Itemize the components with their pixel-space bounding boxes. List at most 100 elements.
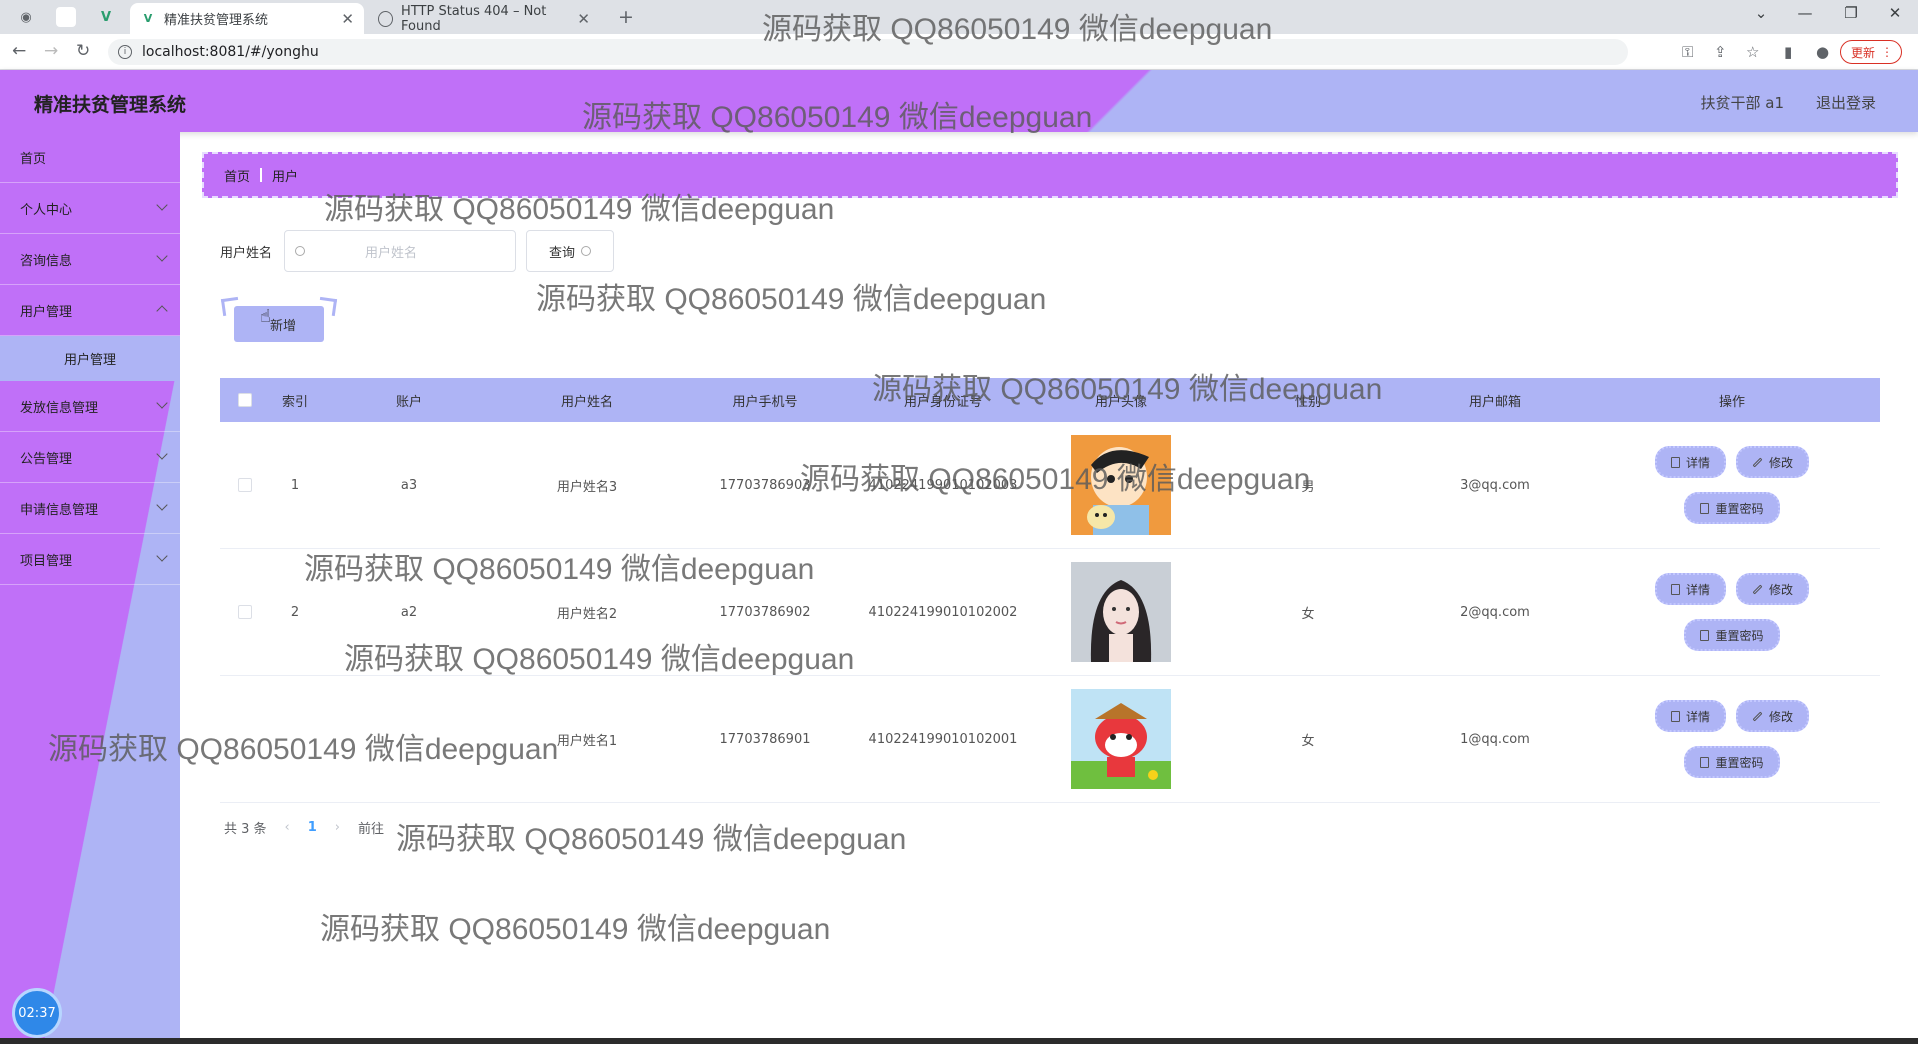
user-table: 索引 账户 用户姓名 用户手机号 用户身份证号 用户头像 性别 用户邮箱 操作 … [220, 378, 1880, 803]
chevron-down-icon [156, 550, 168, 562]
cell-index: 1 [290, 477, 300, 493]
column-header: 操作 [1718, 394, 1745, 410]
edit-icon [1752, 711, 1763, 721]
cell-account: a2 [400, 604, 418, 620]
blank-tab-icon[interactable] [56, 7, 76, 27]
sidebar-item-label: 发放信息管理 [20, 400, 99, 416]
current-user: 扶贫干部 a1 [1700, 94, 1784, 112]
edit-icon [1752, 457, 1763, 467]
query-button[interactable]: 查询 [526, 230, 615, 272]
chevron-right-icon[interactable]: › [335, 820, 340, 835]
page-number[interactable]: 1 [308, 820, 317, 835]
tab-title: 精准扶贫管理系统 [164, 13, 269, 28]
search-icon [581, 246, 592, 256]
app-header: 精准扶贫管理系统 扶贫干部 a1 退出登录 [0, 70, 1918, 132]
cell-phone: 17703786903 [719, 477, 811, 493]
reset-label: 重置密码 [1715, 628, 1764, 643]
reset-password-button[interactable]: 重置密码 [1684, 746, 1780, 778]
chevron-up-icon [156, 305, 168, 317]
edit-label: 修改 [1769, 582, 1794, 597]
reset-password-button[interactable]: 重置密码 [1684, 492, 1780, 524]
url-text: localhost:8081/#/yonghu [142, 44, 319, 60]
edit-button[interactable]: 修改 [1736, 573, 1810, 605]
close-window-icon[interactable]: ✕ [1872, 4, 1918, 22]
cell-index: 2 [290, 604, 300, 620]
new-tab-icon[interactable]: + [616, 6, 636, 28]
update-label: 更新 [1850, 45, 1875, 60]
cell-idcard: 410224199010102003 [868, 477, 1018, 493]
update-button[interactable]: 更新 ⋮ [1839, 40, 1902, 64]
chevron-down-icon [156, 499, 168, 511]
breadcrumb-separator [260, 168, 263, 182]
tab-404[interactable]: HTTP Status 404 – Not Found ✕ [368, 3, 600, 34]
search-placeholder: 用户姓名 [365, 245, 418, 261]
sidebar-item-label: 首页 [20, 151, 47, 167]
sidebar-item-user-mgmt[interactable]: 用户管理 [0, 285, 180, 336]
document-icon [1700, 756, 1710, 768]
detail-label: 详情 [1685, 455, 1710, 470]
detail-label: 详情 [1685, 582, 1710, 597]
row-checkbox[interactable] [238, 478, 252, 492]
restore-icon[interactable]: ❐ [1828, 4, 1874, 22]
chevron-left-icon[interactable]: ‹ [285, 820, 290, 835]
url-field[interactable]: i localhost:8081/#/yonghu [108, 39, 1628, 65]
key-icon[interactable]: ⚿ [1682, 43, 1693, 61]
app-title: 精准扶贫管理系统 [34, 94, 187, 116]
sidebar-item-consult[interactable]: 咨询信息 [0, 234, 180, 285]
add-label: 新增 [269, 318, 296, 334]
document-icon [1700, 502, 1710, 514]
search-input[interactable]: 用户姓名 [284, 230, 517, 272]
star-icon[interactable]: ☆ [1746, 43, 1759, 61]
share-icon[interactable]: ⇪ [1714, 43, 1727, 61]
edit-icon [1752, 584, 1763, 594]
column-header: 用户头像 [1094, 394, 1147, 410]
taskbar-edge [0, 1038, 1918, 1044]
cell-email: 1@qq.com [1460, 731, 1530, 747]
vue-tab-icon[interactable]: V [96, 7, 116, 27]
back-icon[interactable]: ← [12, 41, 26, 61]
tab-search-icon[interactable]: ⌄ [1738, 4, 1784, 22]
edit-button[interactable]: 修改 [1736, 700, 1810, 732]
edit-label: 修改 [1769, 455, 1794, 470]
edit-button[interactable]: 修改 [1736, 446, 1810, 478]
reload-icon[interactable]: ↻ [76, 41, 90, 61]
close-icon[interactable]: ✕ [577, 10, 590, 28]
column-header: 用户邮箱 [1468, 394, 1521, 410]
reset-password-button[interactable]: 重置密码 [1684, 619, 1780, 651]
add-button[interactable]: 新增 [234, 306, 324, 342]
chevron-down-icon [156, 199, 168, 211]
sidebar-item-notice[interactable]: 公告管理 [0, 432, 180, 483]
sidebar-item-project[interactable]: 项目管理 [0, 534, 180, 585]
close-icon[interactable]: ✕ [341, 10, 354, 28]
row-checkbox[interactable] [238, 605, 252, 619]
minimize-icon[interactable]: — [1782, 4, 1828, 22]
cell-account: a3 [400, 477, 418, 493]
github-tab-icon[interactable]: ◉ [16, 7, 36, 27]
profile-icon[interactable]: ● [1816, 43, 1829, 61]
breadcrumb-home[interactable]: 首页 [224, 166, 250, 185]
sidebar-item-personal-center[interactable]: 个人中心 [0, 183, 180, 234]
sidebar-item-label: 咨询信息 [20, 253, 73, 269]
sidebar-item-label: 个人中心 [20, 202, 73, 218]
chevron-down-icon [156, 397, 168, 409]
select-all-checkbox[interactable] [238, 393, 252, 407]
sidebar-item-home[interactable]: 首页 [0, 132, 180, 183]
cell-idcard: 410224199010102001 [868, 731, 1018, 747]
detail-button[interactable]: 详情 [1654, 446, 1726, 478]
cell-name: 用户姓名2 [556, 606, 618, 622]
logout-link[interactable]: 退出登录 [1816, 92, 1876, 113]
tab-active[interactable]: V 精准扶贫管理系统 ✕ [130, 3, 364, 34]
detail-button[interactable]: 详情 [1654, 573, 1726, 605]
sidebar-subitem-user-mgmt[interactable]: 用户管理 [0, 336, 180, 381]
cartoon-fox-avatar [1071, 689, 1171, 789]
detail-button[interactable]: 详情 [1654, 700, 1726, 732]
more-icon: ⋮ [1881, 45, 1893, 59]
forward-icon[interactable]: → [44, 41, 58, 61]
column-header: 用户手机号 [732, 394, 798, 410]
sidebar-item-distribution[interactable]: 发放信息管理 [0, 381, 180, 432]
info-icon[interactable]: i [118, 45, 132, 59]
sidebar-item-application[interactable]: 申请信息管理 [0, 483, 180, 534]
reset-label: 重置密码 [1715, 501, 1764, 516]
side-panel-icon[interactable]: ▮ [1784, 43, 1792, 61]
column-header: 性别 [1294, 394, 1321, 410]
